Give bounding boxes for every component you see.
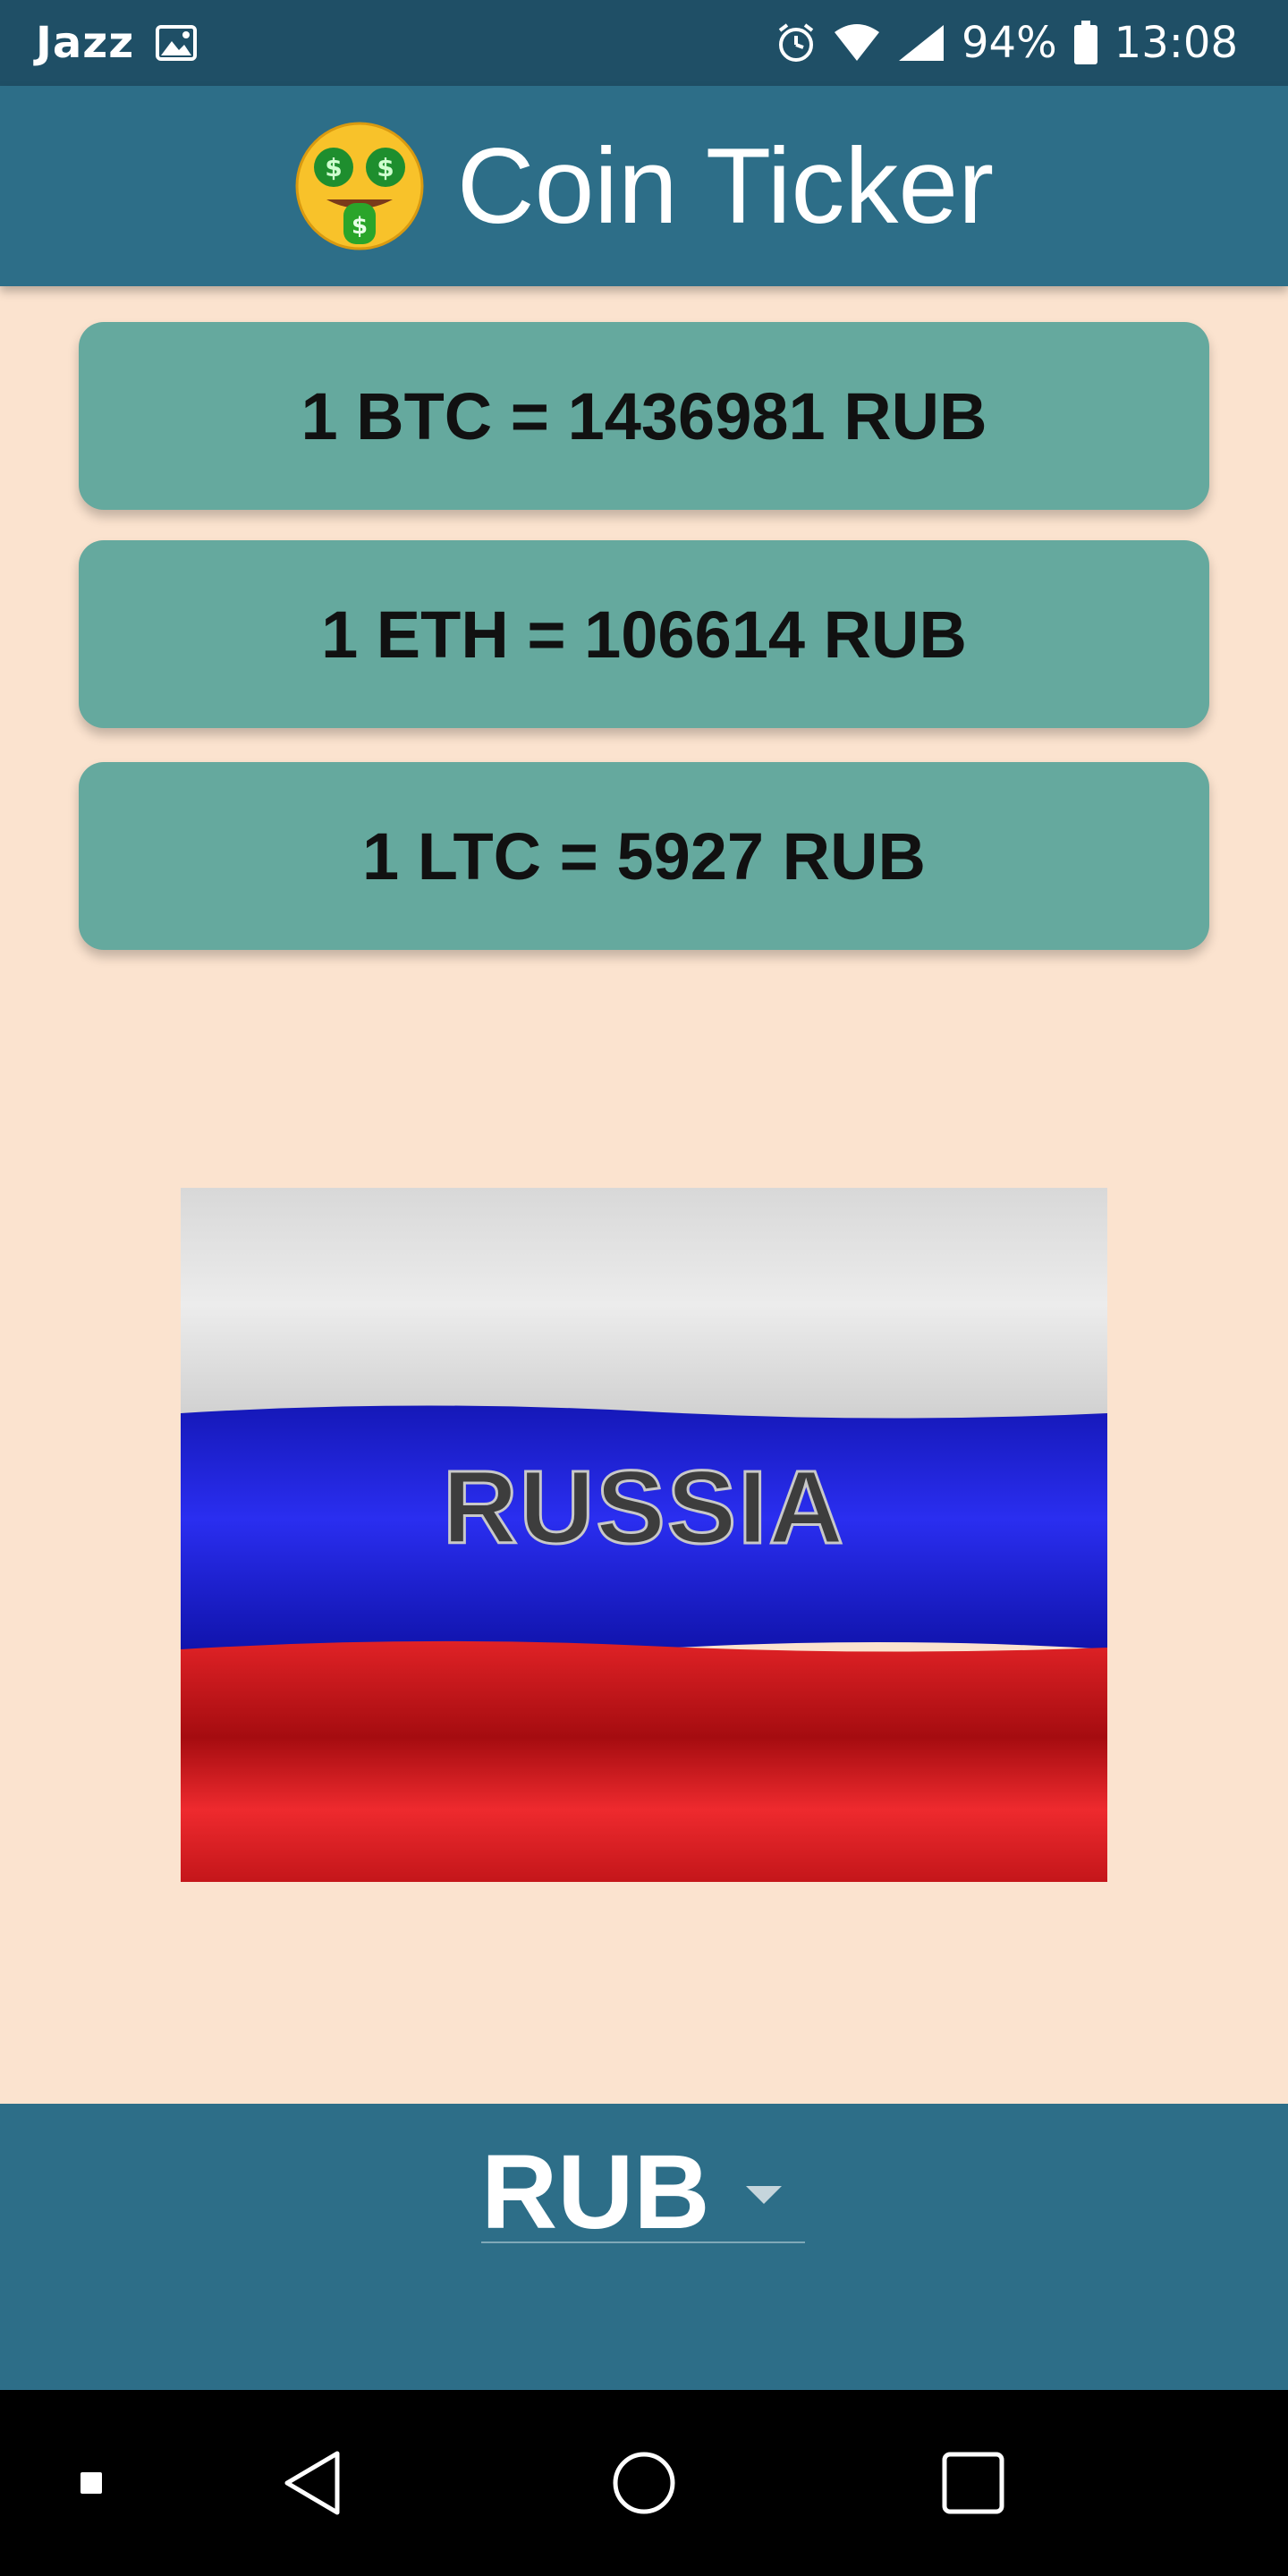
signal-icon [897, 23, 945, 63]
flag-white-stripe [181, 1188, 1107, 1422]
svg-text:$: $ [325, 153, 342, 182]
svg-text:$: $ [352, 213, 368, 240]
status-time: 13:08 [1114, 18, 1238, 68]
btc-rate-card: 1 BTC = 1436981 RUB [79, 322, 1209, 510]
ltc-rate-card: 1 LTC = 5927 RUB [79, 762, 1209, 950]
status-right: 94% 13:08 [775, 0, 1238, 86]
flag-red-stripe [181, 1640, 1107, 1882]
battery-icon [1073, 21, 1098, 65]
app-bar: $ $ $ Coin Ticker [0, 86, 1288, 286]
currency-picker-bar: RUB [0, 2104, 1288, 2390]
image-icon [156, 25, 198, 61]
navigation-bar [0, 2390, 1288, 2576]
alarm-icon [775, 22, 817, 64]
btc-rate-text: 1 BTC = 1436981 RUB [301, 378, 987, 453]
flag-label: RUSSIA [441, 1448, 846, 1567]
app-title: Coin Ticker [456, 126, 995, 246]
home-icon[interactable] [608, 2390, 680, 2576]
battery-percent: 94% [961, 18, 1057, 68]
svg-text:$: $ [377, 153, 394, 182]
currency-dropdown[interactable]: RUB [481, 2133, 805, 2251]
country-flag-image: RUSSIA [181, 1188, 1107, 1882]
selected-currency: RUB [481, 2133, 710, 2251]
eth-rate-card: 1 ETH = 106614 RUB [79, 540, 1209, 728]
wifi-icon [833, 23, 881, 63]
ltc-rate-text: 1 LTC = 5927 RUB [362, 818, 926, 894]
status-left: Jazz [36, 0, 198, 86]
dropdown-arrow-icon [746, 2186, 782, 2204]
recents-icon[interactable] [937, 2390, 1009, 2576]
back-icon[interactable] [277, 2390, 349, 2576]
dot-icon[interactable] [70, 2390, 113, 2576]
eth-rate-text: 1 ETH = 106614 RUB [321, 597, 967, 672]
status-bar: Jazz 94% 13:08 [0, 0, 1288, 86]
money-mouth-face-icon: $ $ $ [294, 121, 425, 251]
carrier-name: Jazz [36, 18, 135, 68]
